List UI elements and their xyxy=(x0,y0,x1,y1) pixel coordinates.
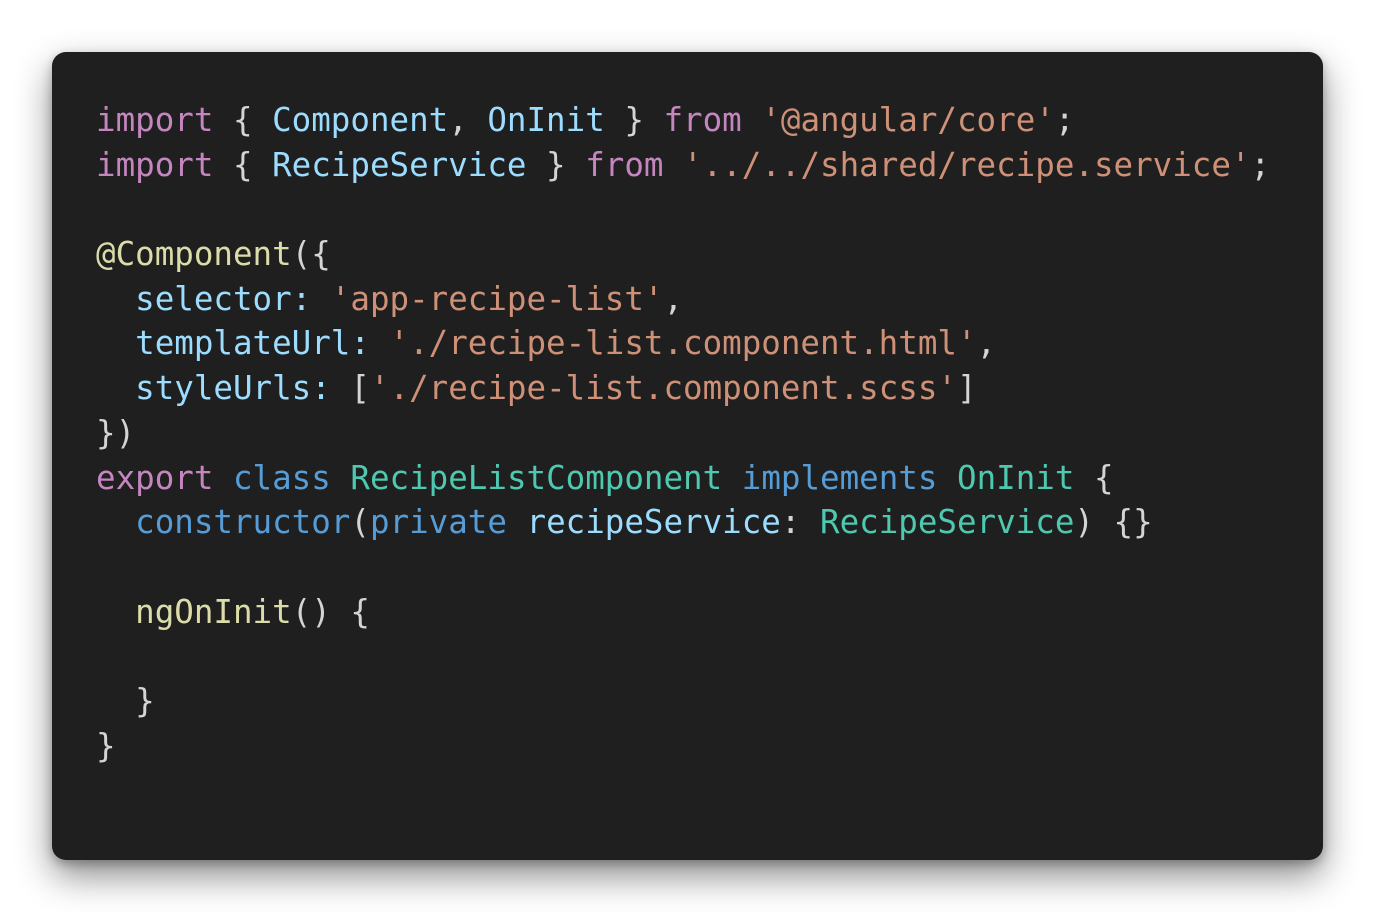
code-token: import xyxy=(96,101,214,139)
code-token: OnInit xyxy=(487,101,605,139)
code-token: { xyxy=(213,145,273,184)
code-token: OnInit xyxy=(957,458,1075,497)
code-line: templateUrl: './recipe-list.component.ht… xyxy=(96,321,1323,366)
code-token: { xyxy=(1074,458,1114,497)
code-token: RecipeListComponent xyxy=(350,458,723,497)
code-token: : xyxy=(780,503,821,542)
code-token: from xyxy=(663,101,742,139)
code-token: : xyxy=(291,279,331,318)
code-token: from xyxy=(585,145,664,184)
code-token: constructor xyxy=(135,503,351,542)
code-line: ngOnInit() { xyxy=(96,590,1323,635)
code-line: styleUrls: ['./recipe-list.component.scs… xyxy=(96,366,1323,411)
code-token: } xyxy=(604,101,664,139)
code-token: ) {} xyxy=(1074,503,1153,542)
code-token: } xyxy=(96,726,116,765)
code-line: selector: 'app-recipe-list', xyxy=(96,277,1323,322)
code-line: } xyxy=(96,724,1323,769)
code-token: () { xyxy=(291,592,370,631)
code-token: : xyxy=(311,369,351,408)
code-token: './recipe-list.component.scss' xyxy=(369,369,957,408)
code-token: }) xyxy=(96,413,136,452)
code-token: } xyxy=(96,681,155,720)
code-line: @Component({ xyxy=(96,232,1323,277)
code-token: ( xyxy=(350,503,370,542)
code-token: , xyxy=(663,279,684,318)
code-token: import xyxy=(96,145,214,184)
code-window: import { Component, OnInit } from '@angu… xyxy=(52,52,1323,860)
code-line: export class RecipeListComponent impleme… xyxy=(96,456,1323,501)
code-token: @Component xyxy=(96,235,292,274)
code-line: import { RecipeService } from '../../sha… xyxy=(96,143,1323,188)
code-token: ] xyxy=(956,369,977,408)
code-token: implements xyxy=(741,458,938,497)
code-token: , xyxy=(976,324,997,363)
code-token: recipeService xyxy=(526,503,781,542)
code-token: class xyxy=(232,458,331,497)
code-token: './recipe-list.component.html' xyxy=(389,324,977,363)
code-token: private xyxy=(369,503,507,542)
code-token: [ xyxy=(350,369,370,408)
code-token: selector xyxy=(135,279,292,318)
code-line: import { Component, OnInit } from '@angu… xyxy=(96,98,1323,143)
code-line: constructor(private recipeService: Recip… xyxy=(96,500,1323,545)
code-token: RecipeService xyxy=(272,145,527,184)
code-token: : xyxy=(350,324,390,363)
code-token: ngOnInit xyxy=(135,592,292,631)
code-token: { xyxy=(213,101,273,139)
code-token: '../../shared/recipe.service' xyxy=(683,145,1251,184)
code-token: ; xyxy=(1250,145,1271,184)
code-token: '@angular/core' xyxy=(761,101,1055,139)
code-block: import { Component, OnInit } from '@angu… xyxy=(96,98,1323,768)
code-token: , xyxy=(448,101,488,139)
code-line: }) xyxy=(96,411,1323,456)
code-token: RecipeService xyxy=(820,503,1075,542)
code-token: ; xyxy=(1054,101,1075,139)
code-token: } xyxy=(526,145,586,184)
code-token: 'app-recipe-list' xyxy=(330,279,664,318)
code-line: } xyxy=(96,679,1323,724)
code-token: export xyxy=(96,458,214,497)
code-token: ({ xyxy=(291,235,331,274)
code-token: templateUrl xyxy=(135,324,351,363)
code-token: Component xyxy=(272,101,449,139)
code-token: styleUrls xyxy=(135,369,312,408)
